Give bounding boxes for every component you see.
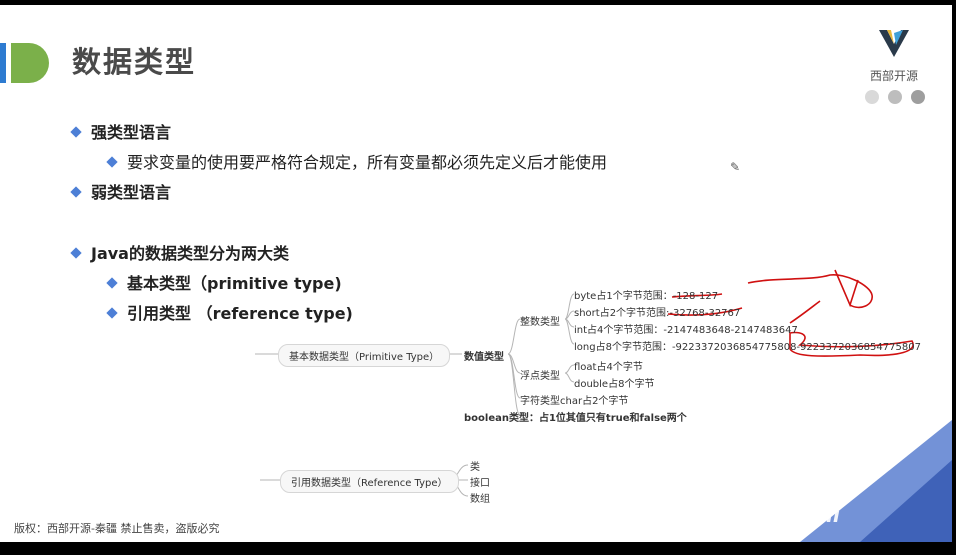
mm-primitive-root: 基本数据类型（Primitive Type） [278,344,451,367]
mm-byte: byte占1个字节范围：-128-127 [574,291,719,302]
copyright-footer: 版权：西部开源-秦疆 禁止售卖，盗版必究 [14,522,220,535]
mm-reference-root: 引用数据类型（Reference Type） [280,470,459,493]
mm-short: short占2个字节范围:-32768-32767 [574,308,741,319]
mm-class: 类 [470,462,480,473]
mm-integer: 整数类型 [520,317,560,328]
mm-long: long占8个字节范围：-9223372036854775808-9223372… [574,342,921,353]
mm-double: double占8个字节 [574,379,655,390]
slide: 数据类型 西部开源 强类型语言 要求变量的使用要严格符合规定，所有变量都必须先定… [0,5,952,542]
screen: { "slide": { "title": "数据类型", "logo_text… [0,0,956,555]
mm-int: int占4个字节范围：-2147483648-2147483647 [574,325,798,336]
mm-float: float占4个字节 [574,362,643,373]
mm-numeric: 数值类型 [464,352,504,363]
mm-array: 数组 [470,494,490,505]
watermark-brand: bilibili [770,503,840,527]
mm-float-category: 浮点类型 [520,371,560,382]
mm-char: 字符类型char占2个字节 [520,396,629,407]
mm-boolean: boolean类型：占1位其值只有true和false两个 [464,413,687,424]
mm-interface: 接口 [470,478,490,489]
watermark: bilibili [760,503,840,527]
